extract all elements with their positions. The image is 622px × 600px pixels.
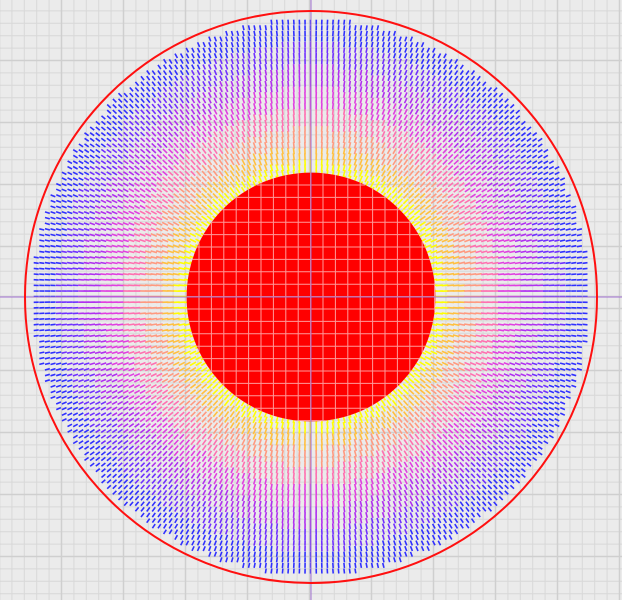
vector-field-viewport[interactable] xyxy=(0,0,622,600)
